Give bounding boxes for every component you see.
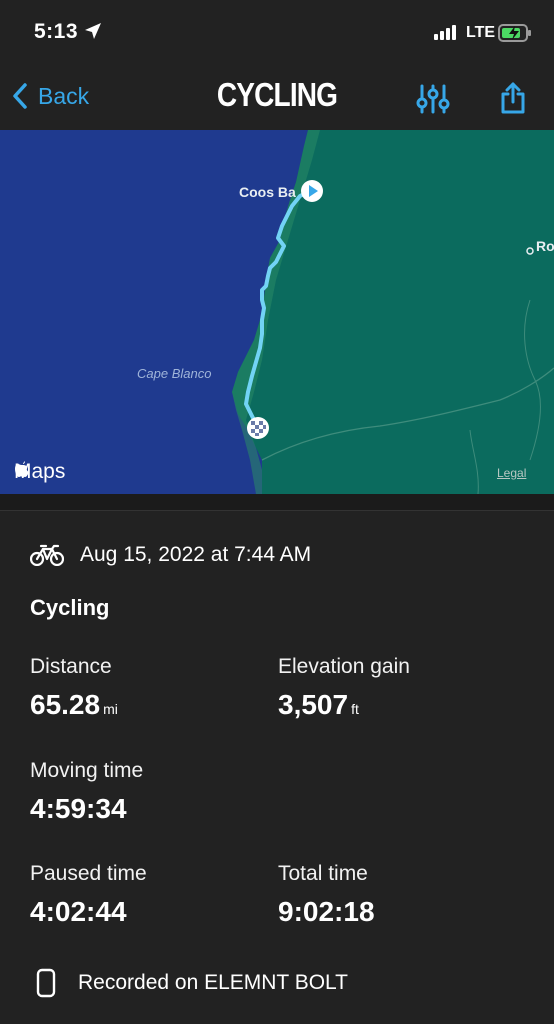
apple-logo-icon	[15, 461, 29, 477]
moving-time-value: 4:59:34	[30, 793, 127, 824]
map-label-coos-bay: Coos Ba	[239, 184, 296, 200]
stat-paused-time: Paused time 4:02:44	[30, 862, 147, 928]
stat-moving-time: Moving time 4:59:34	[30, 759, 143, 825]
map-label-cape-blanco: Cape Blanco	[137, 366, 212, 381]
stat-total-time: Total time 9:02:18	[278, 862, 375, 928]
recorded-device-row: Recorded on ELEMNT BOLT	[36, 968, 348, 998]
total-time-label: Total time	[278, 862, 368, 885]
route-map[interactable]: Coos Ba Ro Cape Blanco Maps Legal	[0, 130, 554, 494]
paused-time-value: 4:02:44	[30, 896, 127, 927]
elevation-gain-unit: ft	[351, 701, 359, 717]
sliders-icon[interactable]	[416, 84, 450, 114]
total-time-value: 9:02:18	[278, 896, 375, 927]
recorded-on-label: Recorded on ELEMNT BOLT	[78, 971, 349, 994]
stat-distance: Distance 65.28 mi	[30, 655, 118, 721]
device-icon	[36, 968, 56, 998]
activity-date-row: Aug 15, 2022 at 7:44 AM	[30, 543, 311, 567]
distance-value-row: 65.28 mi	[30, 689, 118, 721]
activity-date: Aug 15, 2022 at 7:44 AM	[80, 543, 312, 566]
legal-link[interactable]: Legal	[497, 466, 526, 480]
chevron-left-icon	[13, 83, 27, 109]
location-arrow-icon	[85, 23, 101, 39]
status-time: 5:13	[34, 20, 79, 43]
moving-time-label: Moving time	[30, 759, 144, 782]
section-divider	[0, 494, 554, 511]
elevation-gain-value-row: 3,507 ft	[278, 689, 410, 721]
apple-maps-logo: Maps	[14, 460, 65, 484]
cellular-signal-icon	[434, 25, 456, 40]
bicycle-icon	[30, 544, 64, 566]
distance-label: Distance	[30, 655, 112, 678]
share-icon[interactable]	[500, 82, 526, 114]
activity-type: Cycling	[30, 595, 110, 620]
distance-unit: mi	[103, 701, 118, 717]
distance-value: 65.28	[30, 689, 101, 720]
route-finish-marker	[247, 417, 269, 439]
battery-icon	[498, 24, 531, 42]
navigation-bar: Back CYCLING	[0, 68, 554, 130]
status-bar: 5:13 LTE	[0, 0, 554, 68]
paused-time-label: Paused time	[30, 862, 147, 885]
map-label-ro: Ro	[536, 238, 554, 254]
network-type: LTE	[466, 24, 496, 41]
elevation-gain-value: 3,507	[278, 689, 349, 720]
elevation-gain-label: Elevation gain	[278, 655, 410, 678]
stat-elevation-gain: Elevation gain 3,507 ft	[278, 655, 410, 721]
